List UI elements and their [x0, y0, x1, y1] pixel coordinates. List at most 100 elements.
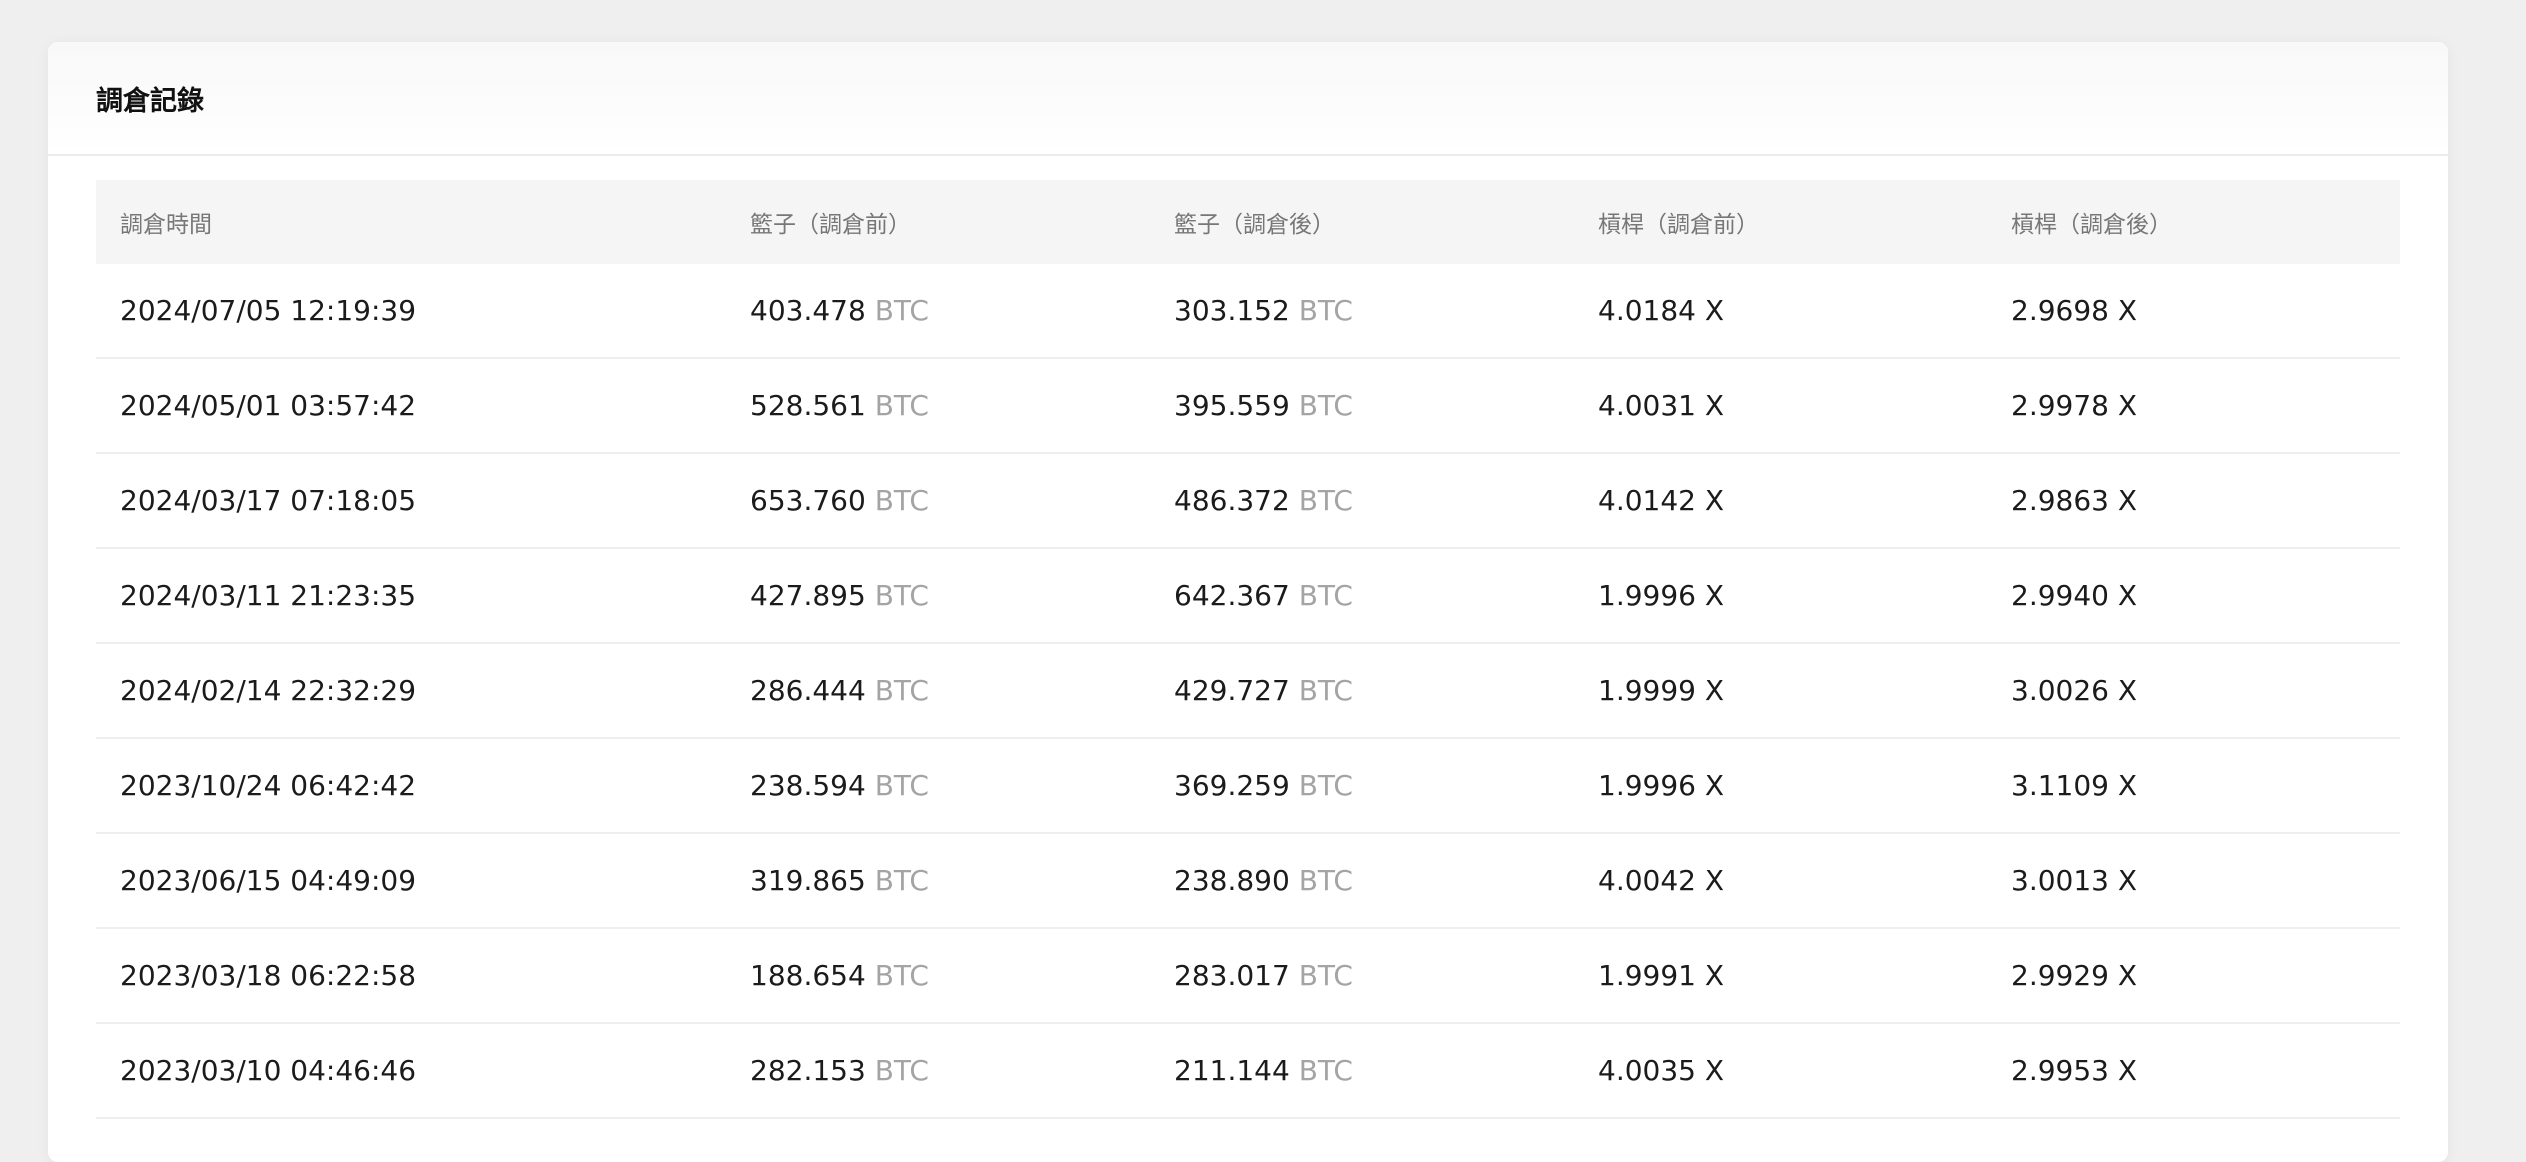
cell-time: 2023/10/24 06:42:42 [120, 769, 417, 802]
table-row: 2024/05/01 03:57:42 528.561 BTC 395.559 BT… [96, 359, 2400, 454]
x-unit: X [1704, 959, 1725, 992]
x-unit: X [1704, 1054, 1725, 1087]
btc-unit: BTC [1298, 389, 1353, 422]
basket-after-value: 395.559 [1174, 389, 1290, 422]
header-leverage-after: 槓桿（調倉後） [2011, 212, 2172, 238]
cell-leverage-after: 2.9863 X [2011, 484, 2137, 517]
basket-after-value: 429.727 [1174, 674, 1290, 707]
btc-unit: BTC [874, 864, 929, 897]
cell-basket-before: 427.895 BTC [750, 579, 929, 612]
x-unit: X [2117, 959, 2138, 992]
leverage-after-value: 2.9978 [2011, 389, 2109, 422]
x-unit: X [1704, 294, 1725, 327]
cell-basket-before: 188.654 BTC [750, 959, 929, 992]
leverage-after-value: 3.1109 [2011, 769, 2109, 802]
cell-basket-after: 486.372 BTC [1174, 484, 1353, 517]
cell-leverage-before: 4.0184 X [1598, 294, 1724, 327]
cell-basket-after: 369.259 BTC [1174, 769, 1353, 802]
cell-basket-after: 303.152 BTC [1174, 294, 1353, 327]
x-unit: X [2117, 389, 2138, 422]
cell-basket-before: 282.153 BTC [750, 1054, 929, 1087]
table-header-row: 調倉時間 籃子（調倉前） 籃子（調倉後） 槓桿（調倉前） 槓桿（調倉後） [96, 180, 2400, 264]
btc-unit: BTC [874, 674, 929, 707]
basket-before-value: 188.654 [750, 959, 866, 992]
btc-unit: BTC [874, 389, 929, 422]
cell-basket-before: 286.444 BTC [750, 674, 929, 707]
cell-time: 2024/05/01 03:57:42 [120, 389, 417, 422]
leverage-after-value: 2.9698 [2011, 294, 2109, 327]
leverage-before-value: 1.9996 [1598, 769, 1696, 802]
cell-leverage-before: 4.0142 X [1598, 484, 1724, 517]
cell-basket-after: 642.367 BTC [1174, 579, 1353, 612]
header-basket-before: 籃子（調倉前） [750, 212, 911, 238]
cell-leverage-after: 2.9929 X [2011, 959, 2137, 992]
cell-basket-before: 238.594 BTC [750, 769, 929, 802]
card-header: 調倉記錄 [48, 42, 2448, 156]
cell-basket-before: 653.760 BTC [750, 484, 929, 517]
basket-before-value: 282.153 [750, 1054, 866, 1087]
x-unit: X [1704, 864, 1725, 897]
table-body: 2024/07/05 12:19:39 403.478 BTC 303.152 BT… [96, 264, 2400, 1119]
btc-unit: BTC [874, 959, 929, 992]
btc-unit: BTC [1298, 959, 1353, 992]
cell-time: 2024/03/11 21:23:35 [120, 579, 417, 612]
x-unit: X [2117, 579, 2138, 612]
basket-before-value: 653.760 [750, 484, 866, 517]
table-row: 2023/03/18 06:22:58 188.654 BTC 283.017 BT… [96, 929, 2400, 1024]
x-unit: X [1704, 389, 1725, 422]
leverage-before-value: 1.9999 [1598, 674, 1696, 707]
basket-after-value: 303.152 [1174, 294, 1290, 327]
basket-before-value: 238.594 [750, 769, 866, 802]
btc-unit: BTC [874, 484, 929, 517]
cell-leverage-after: 3.0013 X [2011, 864, 2137, 897]
cell-leverage-before: 1.9996 X [1598, 769, 1724, 802]
basket-after-value: 211.144 [1174, 1054, 1290, 1087]
basket-before-value: 286.444 [750, 674, 866, 707]
cell-leverage-before: 1.9999 X [1598, 674, 1724, 707]
table-row: 2024/03/11 21:23:35 427.895 BTC 642.367 BT… [96, 549, 2400, 644]
btc-unit: BTC [874, 579, 929, 612]
x-unit: X [2117, 484, 2138, 517]
cell-time: 2023/06/15 04:49:09 [120, 864, 417, 897]
basket-after-value: 283.017 [1174, 959, 1290, 992]
header-rebalance-time: 調倉時間 [120, 212, 212, 238]
cell-leverage-after: 2.9940 X [2011, 579, 2137, 612]
x-unit: X [1704, 769, 1725, 802]
cell-leverage-after: 2.9978 X [2011, 389, 2137, 422]
table-row: 2024/07/05 12:19:39 403.478 BTC 303.152 BT… [96, 264, 2400, 359]
x-unit: X [2117, 769, 2138, 802]
x-unit: X [2117, 864, 2138, 897]
cell-time: 2023/03/10 04:46:46 [120, 1054, 417, 1087]
rebalance-table: 調倉時間 籃子（調倉前） 籃子（調倉後） 槓桿（調倉前） 槓桿（調倉後） 202… [96, 180, 2400, 1119]
basket-after-value: 369.259 [1174, 769, 1290, 802]
cell-leverage-after: 3.1109 X [2011, 769, 2137, 802]
cell-basket-after: 211.144 BTC [1174, 1054, 1353, 1087]
btc-unit: BTC [1298, 769, 1353, 802]
cell-leverage-before: 1.9991 X [1598, 959, 1724, 992]
x-unit: X [2117, 1054, 2138, 1087]
cell-leverage-before: 4.0042 X [1598, 864, 1724, 897]
x-unit: X [2117, 294, 2138, 327]
x-unit: X [2117, 674, 2138, 707]
basket-before-value: 528.561 [750, 389, 866, 422]
leverage-after-value: 2.9940 [2011, 579, 2109, 612]
table-row: 2024/02/14 22:32:29 286.444 BTC 429.727 BT… [96, 644, 2400, 739]
cell-time: 2024/03/17 07:18:05 [120, 484, 417, 517]
leverage-before-value: 4.0031 [1598, 389, 1696, 422]
basket-before-value: 427.895 [750, 579, 866, 612]
cell-leverage-after: 2.9953 X [2011, 1054, 2137, 1087]
leverage-before-value: 4.0035 [1598, 1054, 1696, 1087]
btc-unit: BTC [1298, 294, 1353, 327]
cell-basket-after: 395.559 BTC [1174, 389, 1353, 422]
basket-after-value: 486.372 [1174, 484, 1290, 517]
cell-basket-after: 283.017 BTC [1174, 959, 1353, 992]
leverage-after-value: 2.9953 [2011, 1054, 2109, 1087]
btc-unit: BTC [1298, 674, 1353, 707]
cell-leverage-before: 1.9996 X [1598, 579, 1724, 612]
basket-before-value: 403.478 [750, 294, 866, 327]
cell-time: 2023/03/18 06:22:58 [120, 959, 417, 992]
cell-time: 2024/02/14 22:32:29 [120, 674, 417, 707]
leverage-before-value: 1.9996 [1598, 579, 1696, 612]
table-row: 2024/03/17 07:18:05 653.760 BTC 486.372 BT… [96, 454, 2400, 549]
leverage-before-value: 4.0184 [1598, 294, 1696, 327]
